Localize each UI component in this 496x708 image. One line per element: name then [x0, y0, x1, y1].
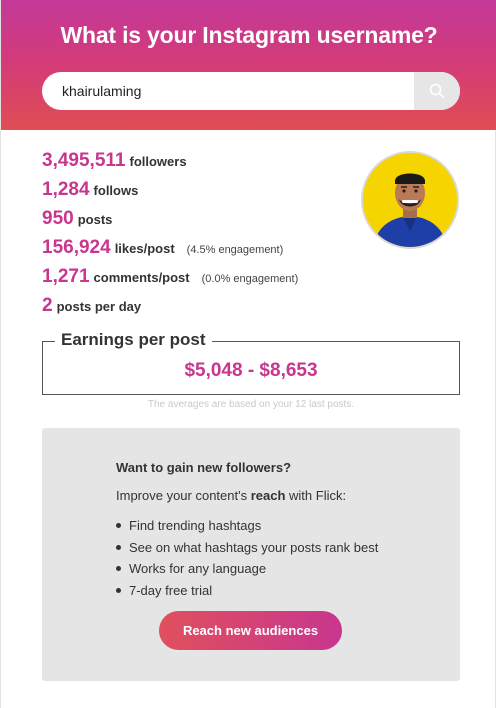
promo-text-bold: reach	[250, 488, 286, 503]
stat-likes-per-post: 156,924 likes/post (4.5% engagement)	[42, 237, 283, 259]
bullet-icon	[116, 566, 121, 572]
list-item: 7-day free trial	[116, 580, 378, 602]
earnings-panel: Earnings per post $5,048 - $8,653	[42, 330, 460, 395]
reach-new-audiences-button[interactable]: Reach new audiences	[159, 611, 342, 650]
stat-value: 1,284	[42, 179, 90, 200]
stat-comments-per-post: 1,271 comments/post (0.0% engagement)	[42, 266, 298, 288]
stat-posts: 950 posts	[42, 208, 112, 230]
stat-label: follows	[93, 183, 139, 198]
promo-card: Want to gain new followers? Improve your…	[42, 428, 460, 681]
bullet-icon	[116, 587, 121, 593]
promo-heading: Want to gain new followers?	[116, 460, 292, 475]
feature-text: 7-day free trial	[129, 582, 213, 598]
bullet-icon	[116, 523, 121, 529]
stat-label: posts	[77, 212, 113, 227]
stat-value: 156,924	[42, 237, 111, 258]
stat-label: followers	[129, 154, 187, 169]
stat-follows: 1,284 follows	[42, 179, 138, 201]
stat-label: likes/post	[114, 241, 175, 256]
bullet-icon	[116, 544, 121, 550]
feature-text: Find trending hashtags	[129, 518, 262, 533]
avatar-portrait	[363, 153, 457, 247]
stat-label: comments/post	[93, 270, 190, 285]
stat-posts-per-day: 2 posts per day	[42, 295, 141, 317]
earnings-title: Earnings per post	[55, 330, 212, 350]
promo-description: Improve your content's reach with Flick:	[116, 488, 346, 503]
feature-text: Works for any language	[129, 561, 267, 576]
promo-feature-list: Find trending hashtags See on what hasht…	[116, 515, 378, 601]
stat-value: 3,495,511	[42, 150, 126, 171]
page-title: What is your Instagram username?	[60, 22, 438, 48]
search-button[interactable]	[414, 72, 460, 110]
feature-text: See on what hashtags your posts rank bes…	[129, 539, 379, 555]
header-banner: What is your Instagram username?	[1, 0, 496, 130]
page: What is your Instagram username? 3,495,5…	[0, 0, 496, 708]
search-bar	[42, 72, 460, 110]
username-search-input[interactable]	[42, 72, 414, 110]
stat-value: 950	[42, 208, 74, 229]
profile-avatar	[361, 151, 459, 249]
earnings-footnote: The averages are based on your 12 last p…	[147, 399, 355, 410]
list-item: Works for any language	[116, 558, 378, 580]
promo-text-end: with Flick:	[285, 488, 347, 503]
stat-engagement: (0.0% engagement)	[201, 273, 299, 285]
stat-engagement: (4.5% engagement)	[186, 244, 284, 256]
stat-followers: 3,495,511 followers	[42, 150, 187, 172]
list-item: Find trending hashtags	[116, 515, 378, 537]
list-item: See on what hashtags your posts rank bes…	[116, 537, 378, 559]
earnings-value: $5,048 - $8,653	[184, 360, 318, 381]
search-icon	[429, 83, 445, 99]
stat-value: 2	[42, 295, 53, 316]
promo-text-start: Improve your content's	[116, 488, 251, 503]
stat-label: posts per day	[56, 299, 142, 314]
stat-value: 1,271	[42, 266, 90, 287]
